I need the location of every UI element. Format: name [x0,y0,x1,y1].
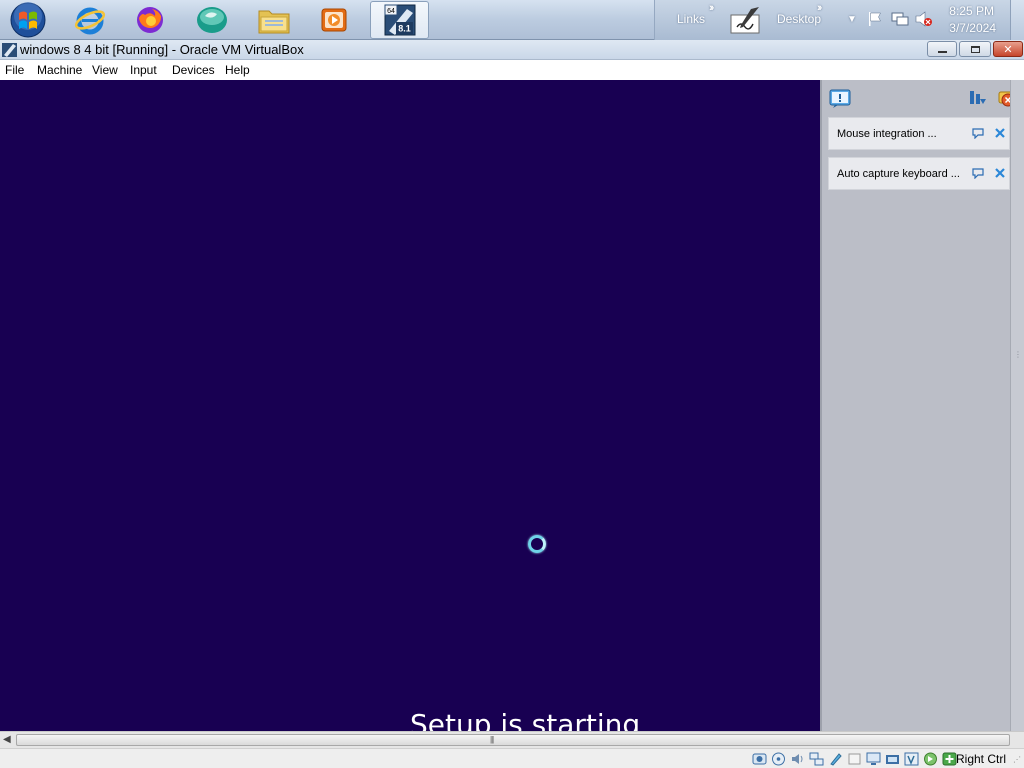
menu-devices[interactable]: Devices [172,63,215,77]
network-icon[interactable] [891,11,909,27]
network-adapter-icon[interactable] [809,752,824,766]
host-key-capture-icon[interactable] [942,752,957,766]
taskbar-media-player[interactable] [306,1,362,39]
notification-close-icon[interactable] [994,167,1006,179]
notification-pin-icon[interactable] [971,127,985,139]
vm-badge-top: 64 [387,8,395,15]
scrollbar-thumb[interactable] [16,734,1010,746]
restore-button[interactable] [959,41,991,57]
firefox-icon [137,7,163,33]
menu-machine[interactable]: Machine [37,63,82,77]
minimize-icon [937,51,947,53]
menu-file[interactable]: File [5,63,24,77]
window-title: windows 8 4 bit [Running] - Oracle VM Vi… [20,42,304,57]
taskbar-globe-app[interactable] [184,1,240,39]
close-icon: ✕ [1003,43,1013,56]
loading-spinner-icon [528,535,546,553]
menu-bar: File Machine View Input Devices Help [0,60,1024,80]
taskbar-internet-explorer[interactable] [62,1,118,39]
pen-tablet-icon [730,7,760,34]
scrollbar-grip-icon: ||| [490,735,494,744]
optical-drive-icon[interactable] [771,752,786,766]
volume-muted-icon[interactable] [915,11,933,27]
menu-view[interactable]: View [92,63,118,77]
setup-status-text: Setup is starting [410,708,641,731]
scroll-left-arrow-icon[interactable]: ◀ [3,734,11,745]
sort-order-icon[interactable] [968,89,986,107]
notification-close-icon[interactable] [994,127,1006,139]
notification-item[interactable]: Auto capture keyboard ... [828,157,1010,190]
resize-grip-icon[interactable]: ⋰ [1013,755,1021,764]
show-desktop-button[interactable] [1010,0,1024,40]
virtualbox-app-icon[interactable] [1,42,18,58]
clock-time[interactable]: 8:25 PM [949,4,994,18]
taskbar: 64 8.1 Links ›› Desktop ›› ▼ 8:25 PM 3/7… [0,0,1024,40]
hard-disk-icon[interactable] [752,752,767,766]
vt-x-icon[interactable] [904,752,919,766]
desktop-toolbar-label[interactable]: Desktop [777,12,821,26]
desktop-expand-icon[interactable]: ›› [817,2,823,14]
video-capture-icon[interactable] [885,752,900,766]
menu-help[interactable]: Help [225,63,250,77]
panel-scrollbar[interactable]: ⋮ [1010,80,1024,731]
usb-icon[interactable] [828,752,843,766]
notification-text: Auto capture keyboard ... [837,168,960,180]
start-orb-icon [10,2,46,38]
menu-input[interactable]: Input [130,63,157,77]
media-player-icon [321,8,347,32]
taskbar-file-explorer[interactable] [246,1,302,39]
action-center-flag-icon[interactable] [867,11,883,27]
notification-center-icon[interactable] [829,89,851,109]
clock-date[interactable]: 3/7/2024 [949,21,996,35]
internet-explorer-icon [74,7,106,35]
app-globe-icon [197,7,227,33]
notification-text: Mouse integration ... [837,128,937,140]
host-key-label: Right Ctrl [955,752,1006,766]
notification-pin-icon[interactable] [971,167,985,179]
horizontal-scrollbar[interactable]: ◀ ||| [0,731,1024,748]
panel-splitter-grip-icon[interactable]: ⋮ [1014,350,1022,359]
file-explorer-icon [258,10,290,34]
notification-center-panel: Mouse integration ... Auto capture keybo… [820,80,1024,731]
taskbar-firefox[interactable] [122,1,178,39]
show-hidden-icons-icon[interactable]: ▼ [847,14,857,25]
restore-icon [970,45,980,53]
links-expand-icon[interactable]: ›› [709,2,715,14]
minimize-button[interactable] [927,41,957,57]
notification-area: Links ›› Desktop ›› ▼ 8:25 PM 3/7/2024 [654,0,1024,40]
audio-icon[interactable] [790,752,805,766]
handwriting-tool-button[interactable] [729,5,763,35]
notification-item[interactable]: Mouse integration ... [828,117,1010,150]
close-button[interactable]: ✕ [993,41,1023,57]
virtualbox-vm-icon: 64 8.1 [384,4,415,36]
vm-display[interactable]: Setup is starting [0,80,820,731]
links-toolbar-label[interactable]: Links [677,12,705,26]
vm-status-bar: Right Ctrl ⋰ [0,748,1024,768]
window-title-bar[interactable]: windows 8 4 bit [Running] - Oracle VM Vi… [0,40,1024,60]
display-icon[interactable] [866,752,881,766]
start-button[interactable] [0,1,56,39]
vm-badge-bottom: 8.1 [398,24,411,34]
shared-folders-icon[interactable] [847,752,862,766]
mouse-integration-icon[interactable] [923,752,938,766]
taskbar-virtualbox-vm[interactable]: 64 8.1 [370,1,429,39]
